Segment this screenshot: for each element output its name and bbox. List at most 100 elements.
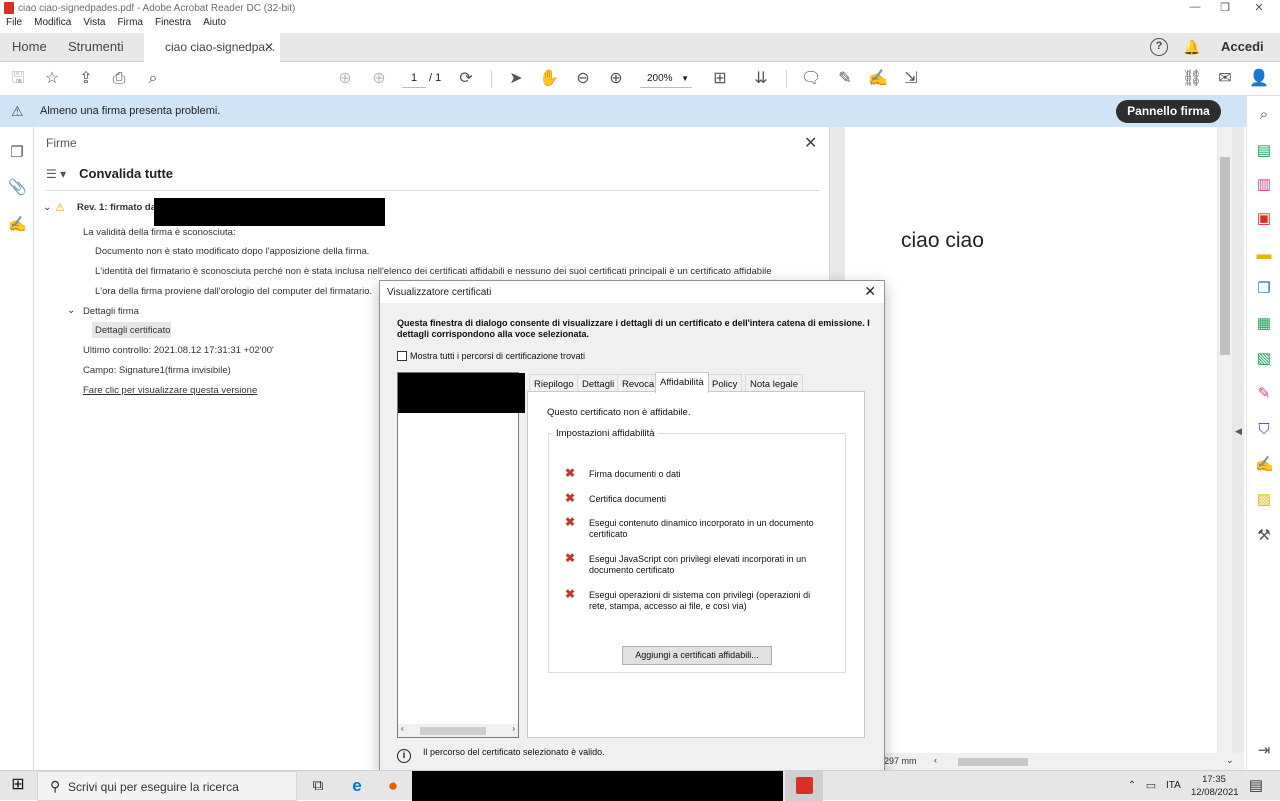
save-icon[interactable]: 🖫 — [8, 69, 28, 89]
menu-file[interactable]: File — [6, 17, 22, 28]
scroll-left-icon[interactable]: ‹ — [401, 724, 404, 733]
horizontal-scrollbar[interactable] — [958, 758, 1028, 766]
redacted-signer — [154, 198, 385, 226]
signature-panel-button[interactable]: Pannello firma — [1116, 100, 1221, 123]
tab-affidabilita[interactable]: Affidabilità — [655, 372, 709, 393]
window-close-button[interactable]: ✕ — [1244, 1, 1274, 14]
create-pdf-icon[interactable]: ▣ — [1255, 210, 1273, 228]
scroll-left-icon[interactable]: ‹ — [934, 755, 937, 765]
sign-icon[interactable]: ✍ — [868, 69, 888, 89]
fit-page-icon[interactable]: ⊞ — [710, 69, 730, 89]
more-tools-icon[interactable]: ⚒ — [1255, 527, 1273, 545]
attachment-icon[interactable]: 📎 — [8, 178, 27, 196]
maximize-button[interactable]: ❐ — [1210, 1, 1240, 14]
comment-icon[interactable]: 🗨 — [801, 69, 821, 89]
permission-item: ✖ Certifica documenti — [565, 491, 667, 505]
edit-pdf-icon[interactable]: ▦ — [1255, 315, 1273, 333]
menu-sign[interactable]: Firma — [117, 17, 143, 28]
collapse-chevron-icon[interactable]: ⌄ — [43, 202, 51, 213]
page-up-icon[interactable]: ⊕ — [335, 69, 355, 89]
export-pdf-icon[interactable]: ▤ — [1255, 142, 1273, 160]
scroll-icon[interactable]: ⇊ — [751, 69, 771, 89]
menu-window[interactable]: Finestra — [155, 17, 191, 28]
firefox-icon[interactable]: ● — [383, 776, 403, 796]
tab-nota-legale[interactable]: Nota legale — [745, 374, 804, 392]
highlight-icon[interactable]: ✎ — [835, 69, 855, 89]
document-status-bar: 297 mm ‹ ⌄ — [830, 753, 1244, 770]
expand-arrow-icon[interactable]: ◀ — [1235, 426, 1242, 437]
menu-edit[interactable]: Modifica — [34, 17, 71, 28]
scroll-right-icon[interactable]: › — [512, 724, 515, 733]
view-version-link[interactable]: Fare clic per visualizzare questa versio… — [83, 385, 257, 396]
mail-icon[interactable]: ✉ — [1215, 69, 1235, 89]
page-number-input[interactable]: 1 — [402, 68, 426, 88]
tab-document[interactable]: ciao ciao-signedpa... ✕ — [144, 33, 280, 62]
signature-details-node[interactable]: Dettagli firma — [83, 306, 139, 317]
redacted-certificate-entry[interactable] — [398, 373, 525, 413]
tray-chevron-icon[interactable]: ⌃ — [1122, 776, 1142, 796]
tab-close-icon[interactable]: ✕ — [264, 33, 274, 61]
language-indicator[interactable]: ITA — [1166, 780, 1181, 791]
windows-icon[interactable]: ⊞ — [8, 775, 28, 795]
add-user-icon[interactable]: 👤 — [1249, 69, 1269, 89]
fill-sign-tool-icon[interactable]: ✎ — [1255, 385, 1273, 403]
sign-tool-icon[interactable]: ✍ — [1255, 456, 1274, 474]
options-icon[interactable]: ☰ ▾ — [46, 167, 66, 181]
tab-home[interactable]: Home — [12, 33, 47, 62]
add-to-trusted-button[interactable]: Aggiungi a certificati affidabili... — [622, 646, 772, 665]
zoom-in-icon[interactable]: ⊕ — [606, 69, 626, 89]
scroll-down-icon[interactable]: ⌄ — [1226, 755, 1234, 766]
help-icon[interactable]: ? — [1150, 38, 1168, 56]
send-for-review-icon[interactable]: ▨ — [1255, 491, 1273, 509]
taskbar-search[interactable]: ⚲ Scrivi qui per eseguire la ricerca — [37, 771, 297, 801]
zoom-select[interactable]: 200% ▼ — [640, 70, 692, 88]
star-icon[interactable]: ☆ — [42, 69, 62, 89]
acrobat-taskbar-button[interactable] — [785, 771, 823, 801]
tab-riepilogo[interactable]: Riepilogo — [529, 374, 579, 392]
certificate-tree[interactable]: ‹ › — [397, 372, 525, 738]
show-all-paths-checkbox[interactable]: Mostra tutti i percorsi di certificazion… — [397, 351, 585, 361]
validate-all-button[interactable]: ☰ ▾ Convalida tutte — [46, 166, 173, 181]
collapse-chevron-icon[interactable]: ⌄ — [67, 305, 75, 316]
collapse-pane-icon[interactable]: ⇥ — [1255, 742, 1273, 760]
sign-in-link[interactable]: Accedi — [1221, 33, 1264, 62]
clock[interactable]: 17:35 12/08/2021 — [1191, 773, 1239, 799]
combine-files-icon[interactable]: ❐ — [1255, 280, 1273, 298]
pointer-icon[interactable]: ➤ — [506, 69, 526, 89]
tab-revoca[interactable]: Revoca — [617, 374, 660, 392]
print-icon[interactable]: ⎙ — [109, 69, 129, 89]
dialog-close-icon[interactable]: ✕ — [864, 283, 876, 300]
scan-icon[interactable]: ▧ — [1255, 350, 1273, 368]
minimize-button[interactable]: — — [1180, 1, 1210, 13]
search-icon[interactable]: ⌕ — [143, 69, 163, 89]
task-view-icon[interactable]: ⧉ — [308, 776, 328, 796]
menu-help[interactable]: Aiuto — [203, 17, 226, 28]
bell-icon[interactable]: 🔔 — [1183, 33, 1200, 62]
page-down-icon[interactable]: ⊕ — [369, 69, 389, 89]
vertical-scrollbar[interactable] — [1218, 127, 1232, 760]
tree-horizontal-scrollbar[interactable]: ‹ › — [398, 724, 518, 737]
upload-icon[interactable]: ⇪ — [76, 69, 96, 89]
protect-icon[interactable]: ⛉ — [1255, 421, 1273, 439]
fill-sign-icon[interactable]: ⇲ — [901, 69, 921, 89]
panel-close-icon[interactable]: ✕ — [804, 133, 817, 153]
rotate-icon[interactable]: ⟳ — [456, 69, 476, 89]
tab-policy[interactable]: Policy — [707, 374, 743, 392]
comment-tool-icon[interactable]: ▬ — [1255, 246, 1273, 264]
tab-tools[interactable]: Strumenti — [68, 33, 124, 62]
hand-icon[interactable]: ✋ — [539, 69, 559, 89]
organize-pages-icon[interactable]: ▥ — [1255, 176, 1273, 194]
notification-center-icon[interactable]: ▤ — [1246, 776, 1266, 796]
menu-view[interactable]: Vista — [83, 17, 105, 28]
battery-icon[interactable]: ▭ — [1141, 776, 1161, 796]
revision-label[interactable]: Rev. 1: firmato da — [77, 202, 156, 213]
signature-panel-icon[interactable]: ✍ — [8, 215, 27, 233]
zoom-out-icon[interactable]: ⊖ — [573, 69, 593, 89]
checkbox-box[interactable] — [397, 351, 407, 361]
tab-dettagli[interactable]: Dettagli — [577, 374, 620, 392]
pages-icon[interactable]: ❐ — [8, 143, 26, 161]
zoom-search-icon[interactable]: ⌕ — [1255, 106, 1273, 124]
share-link-icon[interactable]: ⛓ — [1182, 69, 1202, 89]
certificate-details-node[interactable]: Dettagli certificato — [95, 325, 171, 336]
edge-icon[interactable]: e — [347, 776, 367, 796]
